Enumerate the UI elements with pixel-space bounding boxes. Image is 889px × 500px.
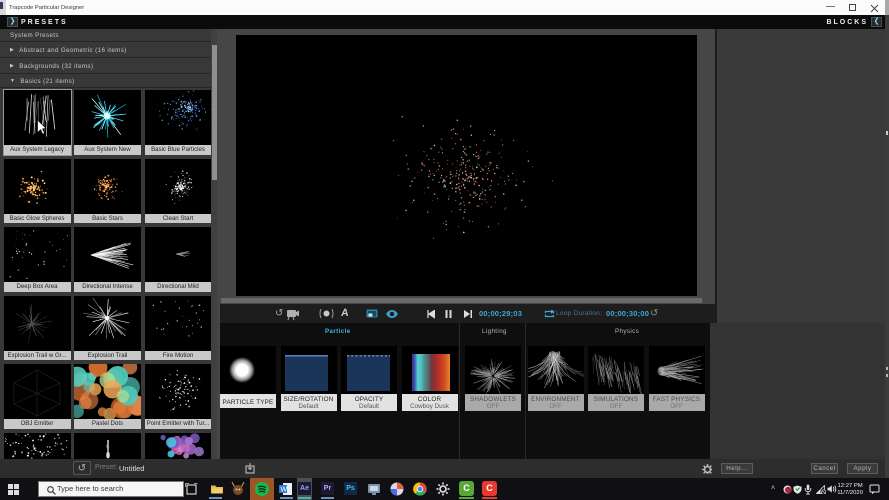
svg-text:W: W	[281, 487, 288, 494]
